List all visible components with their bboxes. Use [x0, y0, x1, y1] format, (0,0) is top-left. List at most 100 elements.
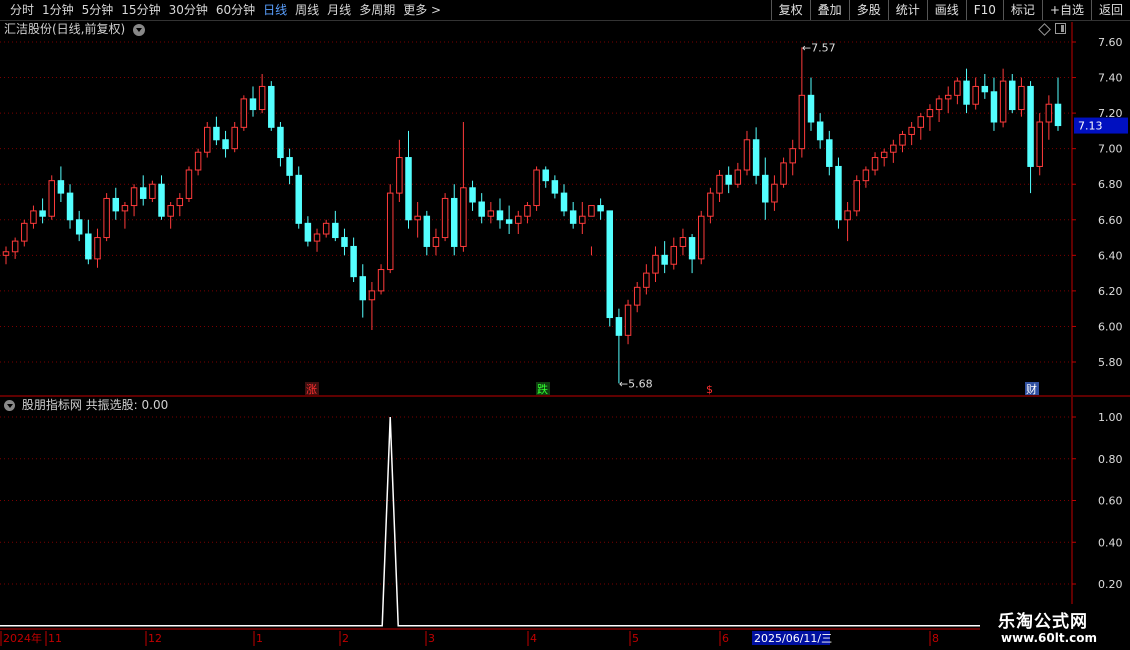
candle-body: [999, 80, 1007, 123]
watermark-url: www.60lt.com: [1001, 631, 1098, 645]
indicator-tick-label: 0.60: [1098, 495, 1123, 508]
time-label: 5: [632, 632, 639, 645]
candle-body: [707, 192, 714, 217]
candle-body: [213, 126, 220, 141]
indicator-tick-label: 0.20: [1098, 578, 1123, 591]
candle-body: [158, 183, 165, 217]
candle-body: [332, 222, 339, 239]
candle-body: [386, 192, 394, 271]
candle-body: [515, 215, 522, 224]
candle-body: [926, 109, 934, 118]
candle-body: [240, 98, 248, 128]
candle-body: [780, 162, 787, 185]
candle-body: [505, 219, 513, 224]
candle-body: [606, 210, 614, 319]
time-label: 1: [256, 632, 263, 645]
candle-body: [725, 174, 732, 185]
candle-body: [954, 80, 961, 96]
candle-body: [359, 276, 367, 301]
current-price-label: 7.13: [1078, 120, 1103, 133]
candle-body: [39, 210, 46, 217]
candle-body: [697, 215, 705, 260]
candle-body: [222, 139, 229, 150]
candle-body: [798, 94, 806, 150]
price-tick-label: 6.00: [1098, 320, 1123, 333]
candle-body: [469, 187, 476, 203]
candle-body: [908, 126, 915, 135]
candle-body: [762, 174, 769, 203]
price-tick-label: 7.60: [1098, 36, 1123, 49]
event-marker: 财: [1026, 382, 1037, 396]
candle-body: [862, 169, 870, 182]
candle-body: [167, 205, 174, 217]
time-label: 6: [722, 632, 729, 645]
candle-body: [661, 254, 668, 265]
candle-body: [1036, 121, 1043, 167]
candle-body: [844, 210, 851, 221]
candle-body: [94, 237, 101, 260]
candle-body: [935, 98, 943, 111]
indicator-tick-label: 0.80: [1098, 453, 1123, 466]
candle-body: [1018, 85, 1025, 111]
candle-body: [176, 197, 184, 207]
candle-body: [11, 240, 19, 253]
candle-body: [231, 126, 238, 150]
candle-body: [688, 237, 696, 260]
indicator-tick-label: 1.00: [1098, 411, 1123, 424]
candle-body: [524, 205, 531, 217]
candle-body: [752, 139, 760, 176]
candle-body: [194, 151, 202, 171]
time-label: 2024年: [3, 631, 42, 645]
candle-body: [643, 272, 650, 288]
candle-body: [75, 219, 83, 235]
event-marker: 涨: [306, 383, 317, 396]
candle-body: [1027, 85, 1034, 167]
time-label: 2: [342, 632, 349, 645]
time-label: 11: [48, 632, 62, 645]
candle-body: [652, 254, 659, 274]
event-marker: $: [706, 383, 713, 396]
candle-body: [771, 183, 778, 203]
candle-body: [734, 169, 742, 185]
candle-body: [368, 290, 376, 301]
candle-body: [249, 98, 257, 111]
high-price-label: ←7.57: [802, 41, 836, 54]
price-tick-label: 6.60: [1098, 214, 1123, 227]
price-tick-label: 6.80: [1098, 178, 1123, 191]
price-tick-label: 6.40: [1098, 249, 1123, 262]
candle-body: [899, 133, 906, 146]
candle-body: [1054, 103, 1062, 127]
candle-body: [871, 157, 879, 171]
candle-body: [304, 222, 312, 242]
watermark: 乐淘公式网 www.60lt.com: [982, 604, 1130, 650]
candle-body: [149, 183, 156, 199]
candle-body: [441, 197, 449, 239]
candle-body: [423, 215, 431, 247]
price-tick-label: 7.40: [1098, 72, 1123, 85]
candle-body: [743, 139, 751, 171]
candle-body: [103, 197, 110, 239]
candle-body: [48, 180, 55, 217]
candle-body: [30, 210, 37, 224]
candle-body: [322, 222, 330, 235]
candle-body: [542, 169, 549, 182]
candle-body: [569, 210, 577, 224]
candle-body: [85, 233, 92, 260]
candle-body: [633, 286, 641, 306]
candle-body: [917, 116, 925, 128]
candle-body: [460, 187, 467, 247]
candle-body: [597, 205, 604, 212]
candle-body: [588, 205, 595, 217]
candle-body: [972, 85, 979, 105]
candle-body: [826, 139, 833, 167]
candle-body: [185, 169, 193, 199]
candle-body: [130, 187, 138, 207]
candle-body: [277, 126, 284, 159]
candle-body: [579, 215, 586, 224]
candle-body: [295, 174, 302, 224]
candle-body: [258, 85, 266, 111]
event-marker: 跌: [537, 382, 548, 396]
candle-body: [478, 201, 485, 217]
chart-canvas[interactable]: 7.607.407.207.006.806.606.406.206.005.80…: [0, 0, 1130, 650]
time-label: 12: [148, 632, 162, 645]
